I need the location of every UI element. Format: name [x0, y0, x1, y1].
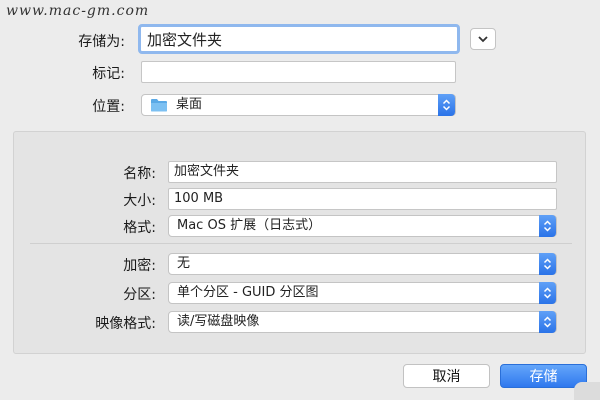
name-label: 名称:	[123, 166, 156, 182]
save-dialog: www.mac-gm.com 存储为: 加密文件夹 标记: 位置: 桌面 名称:…	[0, 0, 600, 400]
location-select[interactable]: 桌面	[141, 94, 456, 116]
expand-dialog-button[interactable]	[470, 28, 496, 50]
image-format-select[interactable]: 读/写磁盘映像	[168, 311, 557, 333]
format-value: Mac OS 扩展（日志式）	[177, 218, 322, 233]
tags-field[interactable]	[141, 61, 456, 83]
partitions-value: 单个分区 - GUID 分区图	[177, 285, 319, 300]
watermark: www.mac-gm.com	[6, 3, 150, 19]
format-select[interactable]: Mac OS 扩展（日志式）	[168, 215, 557, 237]
image-name-field[interactable]: 加密文件夹	[168, 161, 557, 183]
up-down-arrows-icon	[543, 258, 552, 270]
partitions-stepper	[539, 282, 556, 304]
encryption-stepper	[539, 253, 556, 275]
up-down-arrows-icon	[442, 99, 451, 111]
size-field[interactable]: 100 MB	[168, 188, 557, 210]
location-label: 位置:	[92, 99, 125, 115]
folder-icon	[151, 99, 167, 112]
format-stepper	[539, 215, 556, 237]
size-label: 大小:	[123, 193, 156, 209]
tags-label: 标记:	[92, 66, 125, 82]
image-format-label: 映像格式:	[95, 316, 156, 332]
save-as-field[interactable]: 加密文件夹	[138, 24, 460, 54]
partitions-label: 分区:	[123, 287, 156, 303]
up-down-arrows-icon	[543, 287, 552, 299]
save-as-label: 存储为:	[78, 34, 125, 50]
format-label: 格式:	[123, 220, 156, 236]
up-down-arrows-icon	[543, 220, 552, 232]
partitions-select[interactable]: 单个分区 - GUID 分区图	[168, 282, 557, 304]
encryption-label: 加密:	[123, 258, 156, 274]
encryption-value: 无	[177, 256, 191, 271]
encryption-select[interactable]: 无	[168, 253, 557, 275]
separator	[30, 243, 572, 244]
chevron-down-icon	[478, 35, 488, 42]
image-format-stepper	[539, 311, 556, 333]
location-value: 桌面	[176, 97, 203, 112]
window-corner	[574, 382, 600, 400]
location-stepper	[438, 94, 455, 116]
save-button[interactable]: 存储	[500, 364, 587, 388]
up-down-arrows-icon	[543, 316, 552, 328]
cancel-button[interactable]: 取消	[403, 364, 490, 388]
image-format-value: 读/写磁盘映像	[177, 314, 260, 329]
